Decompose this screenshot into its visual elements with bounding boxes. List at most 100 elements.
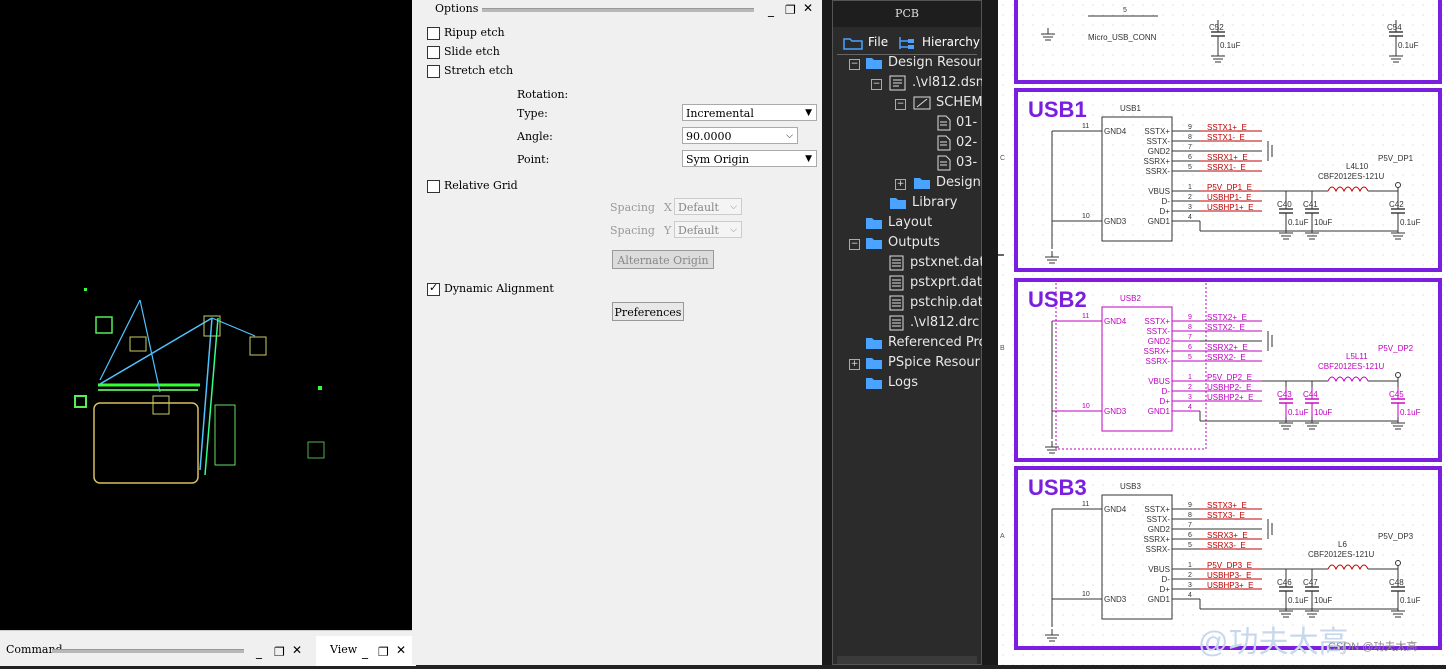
schematic-canvas[interactable]: 5 Micro_USB_CONN C52 0.1uF C54 0.1uF C B A USB1 US… xyxy=(998,0,1446,665)
command-pane-grip[interactable] xyxy=(52,649,244,653)
pin-name: D- xyxy=(1162,575,1171,584)
capacitor-ref: C48 xyxy=(1389,578,1404,587)
dynamic-alignment-checkbox[interactable] xyxy=(427,281,440,296)
pin-name: SSRX- xyxy=(1146,357,1171,366)
minimize-icon[interactable]: _ xyxy=(256,646,262,658)
tab-file[interactable]: File xyxy=(843,31,888,53)
spacing-x-select[interactable]: Default ⌵ xyxy=(674,198,742,215)
spacing-y-label: Spacing xyxy=(610,224,655,237)
hierarchy-icon xyxy=(899,36,914,49)
tree-design-cache[interactable]: Design xyxy=(913,173,981,193)
stretch-etch-checkbox[interactable] xyxy=(427,65,440,78)
pin-number: 10 xyxy=(1082,213,1090,220)
pin-number: 9 xyxy=(1188,502,1192,509)
zone-letter: B xyxy=(1000,345,1005,352)
tree-label: Logs xyxy=(888,375,918,390)
capacitor-value: 0.1uF xyxy=(1220,41,1241,50)
pin-name: GND4 xyxy=(1104,505,1127,514)
close-icon[interactable]: ✕ xyxy=(803,2,813,14)
tree-layout[interactable]: Layout xyxy=(865,213,932,233)
angle-label: Angle: xyxy=(517,130,553,143)
tree-page-3[interactable]: 03- xyxy=(937,153,977,173)
pin-number: 1 xyxy=(1188,374,1192,381)
slide-etch-checkbox[interactable] xyxy=(427,46,440,59)
capacitor-value: 0.1uF xyxy=(1400,218,1421,227)
angle-combo[interactable]: 90.0000 ⌵ xyxy=(682,127,798,144)
minimize-icon[interactable]: _ xyxy=(768,4,774,16)
ripup-etch-checkbox[interactable] xyxy=(427,27,440,40)
close-icon[interactable]: ✕ xyxy=(396,644,406,656)
tree-label: Layout xyxy=(888,215,933,230)
pin-number: 10 xyxy=(1082,403,1090,410)
expand-icon[interactable]: + xyxy=(849,359,860,370)
close-icon[interactable]: ✕ xyxy=(292,644,302,656)
tree-drc[interactable]: .\vl812.drc xyxy=(889,313,979,333)
spacing-y-value: Default xyxy=(678,224,719,237)
pin-name: SSRX- xyxy=(1146,545,1171,554)
tree-pstxnet[interactable]: pstxnet.dat xyxy=(889,253,985,273)
pin-number: 8 xyxy=(1188,324,1192,331)
horizontal-scrollbar[interactable] xyxy=(837,656,977,664)
rotation-type-select[interactable]: Incremental ▼ xyxy=(682,104,817,121)
tree-referenced[interactable]: Referenced Pro xyxy=(865,333,986,353)
pin-name: GND3 xyxy=(1104,217,1127,226)
tree-outputs[interactable]: Outputs xyxy=(865,233,940,253)
tree-label: .\vl812.dsn xyxy=(912,75,985,90)
alternate-origin-button[interactable]: Alternate Origin xyxy=(612,250,714,269)
capacitor-ref: C40 xyxy=(1277,200,1292,209)
restore-icon[interactable]: ❐ xyxy=(274,646,285,658)
component-ref: USB3 xyxy=(1120,482,1141,491)
spacing-x-axis-label: X xyxy=(664,201,672,214)
minimize-icon[interactable]: _ xyxy=(362,646,368,658)
net-label: SSRX1+_E xyxy=(1207,153,1248,162)
tree-label: Library xyxy=(912,195,958,210)
chevron-down-icon: ⌵ xyxy=(730,202,737,212)
tree-label: PSpice Resour xyxy=(888,355,980,370)
tree-schematic[interactable]: SCHEM xyxy=(913,93,983,113)
spacing-y-select[interactable]: Default ⌵ xyxy=(674,221,742,238)
splitter[interactable] xyxy=(822,0,832,665)
restore-icon[interactable]: ❐ xyxy=(378,646,389,658)
tab-hierarchy[interactable]: Hierarchy xyxy=(897,31,980,53)
rotation-point-select[interactable]: Sym Origin ▼ xyxy=(682,150,817,167)
net-label: P5V_DP3_E xyxy=(1207,561,1252,570)
tree-dsn-file[interactable]: .\vl812.dsn xyxy=(889,73,984,93)
tree-label: pstxnet.dat xyxy=(910,255,985,270)
collapse-icon[interactable]: − xyxy=(895,99,906,110)
splitter[interactable] xyxy=(982,0,998,665)
inductor-ref: L6 xyxy=(1338,540,1347,549)
chevron-down-icon: ⌵ xyxy=(730,225,737,235)
pin-number: 11 xyxy=(1082,313,1089,320)
spacing-x-value: Default xyxy=(678,201,719,214)
pin-name: VBUS xyxy=(1148,377,1170,386)
inductor-symbol xyxy=(1327,564,1369,571)
tree-design-resources[interactable]: Design Resour xyxy=(865,53,982,73)
pin-name: D+ xyxy=(1160,585,1171,594)
tree-page-1[interactable]: 01- xyxy=(937,113,977,133)
options-grip[interactable] xyxy=(482,8,754,12)
capacitor-ref: C45 xyxy=(1389,390,1404,399)
capacitor-value: 0.1uF xyxy=(1288,596,1309,605)
bottom-pane-bar: Command _ ❐ ✕ View _ ❐ ✕ xyxy=(0,630,416,666)
power-port-icon xyxy=(1395,560,1401,566)
collapse-icon[interactable]: − xyxy=(849,239,860,250)
tree-pstxprt[interactable]: pstxprt.dat xyxy=(889,273,982,293)
view-pane-header: View _ ❐ ✕ xyxy=(316,636,416,666)
collapse-icon[interactable]: − xyxy=(871,79,882,90)
expand-icon[interactable]: + xyxy=(895,179,906,190)
relative-grid-checkbox[interactable] xyxy=(427,180,440,193)
component-ref: USB2 xyxy=(1120,294,1141,303)
tree-library[interactable]: Library xyxy=(889,193,957,213)
net-label: USBHP3-_E xyxy=(1207,571,1251,580)
tree-pspice[interactable]: PSpice Resour xyxy=(865,353,980,373)
preferences-button[interactable]: Preferences xyxy=(612,302,684,321)
restore-icon[interactable]: ❐ xyxy=(785,4,796,16)
collapse-icon[interactable]: − xyxy=(849,59,860,70)
tree-pstchip[interactable]: pstchip.dat xyxy=(889,293,983,313)
tree-page-2[interactable]: 02- xyxy=(937,133,977,153)
pcb-layout-canvas[interactable] xyxy=(0,0,412,630)
tree-label: pstchip.dat xyxy=(910,295,983,310)
pin-number: 4 xyxy=(1188,592,1192,599)
tree-logs[interactable]: Logs xyxy=(865,373,918,393)
watermark-text: CSDN @功夫太高 xyxy=(1328,639,1417,653)
